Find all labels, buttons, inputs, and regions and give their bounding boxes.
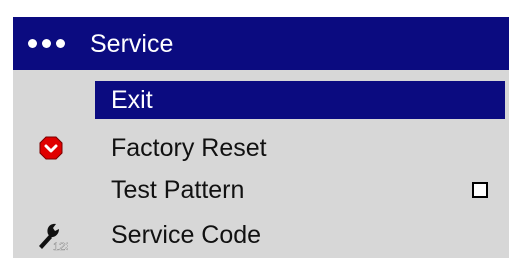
menu-titlebar: Service (13, 17, 509, 70)
service-menu: Service Exit Factory Reset Test Pattern (13, 17, 509, 258)
menu-item-test-pattern[interactable]: Test Pattern (13, 160, 509, 204)
menu-item-label: Exit (111, 86, 153, 114)
stop-sign-icon (39, 136, 63, 160)
menu-panel: Exit Factory Reset Test Pattern 123 Serv… (13, 70, 509, 258)
ellipsis-icon (28, 39, 65, 49)
menu-item-label: Factory Reset (111, 134, 267, 162)
menu-item-label: Service Code (111, 221, 262, 249)
selection-highlight (95, 81, 505, 119)
menu-item-label: Test Pattern (111, 176, 245, 204)
menu-title: Service (90, 30, 174, 58)
test-pattern-checkbox[interactable] (472, 182, 488, 198)
wrench-numbers-icon: 123 (39, 223, 68, 251)
menu-item-exit[interactable]: Exit (13, 70, 509, 119)
menu-item-service-code[interactable]: 123 Service Code (13, 205, 509, 251)
svg-text:123: 123 (53, 241, 68, 251)
menu-item-factory-reset[interactable]: Factory Reset (13, 115, 509, 162)
